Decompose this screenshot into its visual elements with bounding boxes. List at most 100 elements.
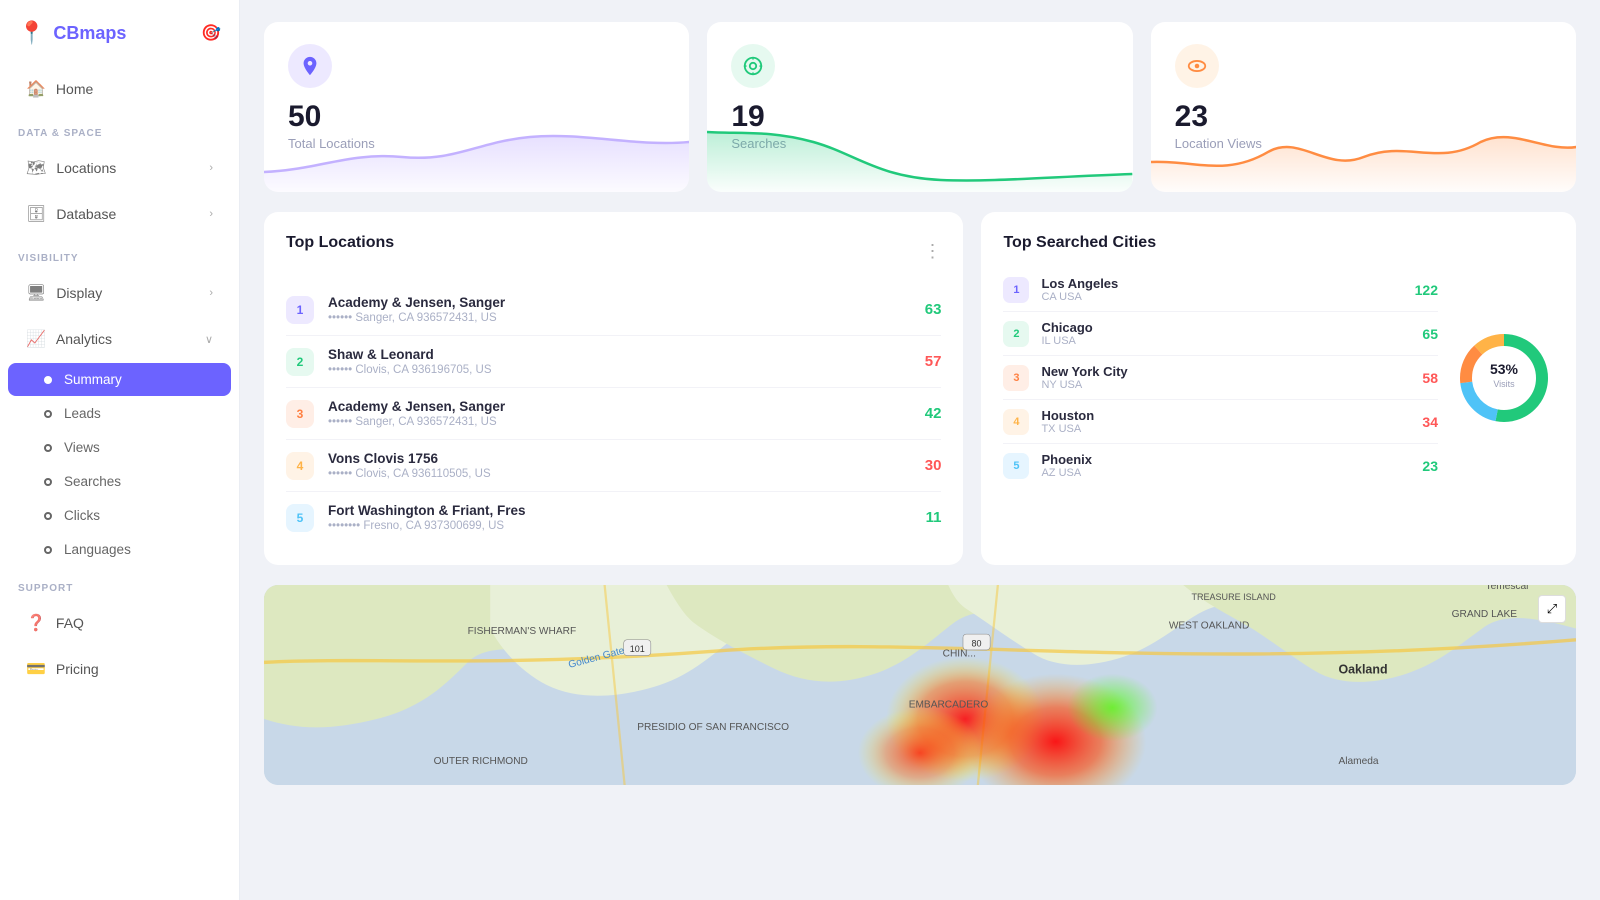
sidebar: 📍 CBmaps 🎯 🏠 Home Data & Space 🗺 Locatio… [0, 0, 240, 900]
sidebar-item-searches[interactable]: Searches [8, 465, 231, 498]
sidebar-item-clicks[interactable]: Clicks [8, 499, 231, 532]
top-locations-panel: Top Locations ⋮ 1 Academy & Jensen, Sang… [264, 212, 963, 565]
chevron-right-icon-db: › [209, 208, 213, 220]
sidebar-item-label-analytics: Analytics [56, 331, 112, 347]
top-locations-menu-btn[interactable]: ⋮ [923, 242, 941, 260]
logo-text: CBmaps [53, 23, 126, 44]
sidebar-item-locations[interactable]: 🗺 Locations › [8, 147, 231, 189]
analytics-icon: 📈 [26, 329, 46, 349]
pin-icon [299, 55, 321, 77]
top-locations-header: Top Locations ⋮ [286, 234, 941, 268]
svg-text:80: 80 [972, 639, 982, 649]
table-row: 1 Academy & Jensen, Sanger •••••• Sanger… [286, 284, 941, 336]
svg-text:FISHERMAN'S WHARF: FISHERMAN'S WHARF [468, 626, 577, 637]
subnav-label-searches: Searches [64, 474, 121, 489]
sidebar-item-label-database: Database [56, 206, 116, 222]
map-svg: 101 80 [264, 585, 1576, 785]
sidebar-item-faq[interactable]: ❓ FAQ [8, 602, 231, 644]
sidebar-item-display[interactable]: 🖥 Display › [8, 272, 231, 314]
donut-label: Visits [1493, 379, 1515, 389]
top-locations-title: Top Locations [286, 234, 394, 252]
city-name-4: Houston [1041, 408, 1410, 423]
locations-icon: 🗺 [26, 158, 46, 178]
location-name-3: Academy & Jensen, Sanger [328, 399, 911, 414]
logo-target-icon[interactable]: 🎯 [201, 23, 221, 43]
city-region-3: NY USA [1041, 379, 1410, 391]
sidebar-item-pricing[interactable]: 💳 Pricing [8, 648, 231, 690]
city-info-3: New York City NY USA [1041, 364, 1410, 391]
list-item: 4 Houston TX USA 34 [1003, 400, 1438, 444]
location-count-2: 57 [925, 353, 942, 370]
city-count-4: 34 [1422, 414, 1438, 430]
stat-card-locations: 50 Total Locations [264, 22, 689, 192]
subnav-label-leads: Leads [64, 406, 101, 421]
city-region-1: CA USA [1041, 291, 1402, 303]
table-row: 3 Academy & Jensen, Sanger •••••• Sanger… [286, 388, 941, 440]
sidebar-item-analytics[interactable]: 📈 Analytics ∨ [8, 318, 231, 360]
sidebar-item-summary[interactable]: Summary [8, 363, 231, 396]
database-icon: 🗄 [26, 204, 46, 224]
svg-text:101: 101 [630, 644, 645, 654]
svg-text:Oakland: Oakland [1338, 663, 1387, 677]
location-count-5: 11 [926, 509, 942, 526]
sidebar-item-languages[interactable]: Languages [8, 533, 231, 566]
views-chart [1151, 122, 1576, 192]
eye-icon [1186, 55, 1208, 77]
display-icon: 🖥 [26, 283, 46, 303]
city-region-5: AZ USA [1041, 467, 1410, 479]
views-stat-icon-wrap [1175, 44, 1219, 88]
location-count-3: 42 [925, 405, 942, 422]
cities-list: 1 Los Angeles CA USA 122 2 Chicago IL US… [1003, 268, 1438, 487]
leads-dot [44, 410, 52, 418]
sidebar-item-leads[interactable]: Leads [8, 397, 231, 430]
location-info-5: Fort Washington & Friant, Fres •••••••• … [328, 503, 912, 532]
table-row: 2 Shaw & Leonard •••••• Clovis, CA 93619… [286, 336, 941, 388]
city-name-1: Los Angeles [1041, 276, 1402, 291]
svg-text:WEST OAKLAND: WEST OAKLAND [1169, 620, 1250, 631]
svg-text:Temescal: Temescal [1486, 585, 1529, 592]
location-addr-5: •••••••• Fresno, CA 937300699, US [328, 520, 912, 532]
views-dot [44, 444, 52, 452]
sidebar-item-views[interactable]: Views [8, 431, 231, 464]
city-count-1: 122 [1415, 282, 1438, 298]
sidebar-item-home[interactable]: 🏠 Home [8, 68, 231, 110]
svg-text:Alameda: Alameda [1338, 756, 1378, 767]
sidebar-item-database[interactable]: 🗄 Database › [8, 193, 231, 235]
pricing-icon: 💳 [26, 659, 46, 679]
donut-percent: 53% [1490, 361, 1519, 377]
city-count-2: 65 [1422, 326, 1438, 342]
location-addr-2: •••••• Clovis, CA 936196705, US [328, 364, 911, 376]
location-addr-3: •••••• Sanger, CA 936572431, US [328, 416, 911, 428]
subnav-label-views: Views [64, 440, 100, 455]
location-name-4: Vons Clovis 1756 [328, 451, 911, 466]
city-region-2: IL USA [1041, 335, 1410, 347]
map-expand-button[interactable]: ⤢ [1538, 595, 1566, 623]
city-name-2: Chicago [1041, 320, 1410, 335]
stat-card-searches: 19 Searches [707, 22, 1132, 192]
city-region-4: TX USA [1041, 423, 1410, 435]
svg-text:OUTER RICHMOND: OUTER RICHMOND [434, 756, 528, 767]
svg-text:PRESIDIO OF SAN FRANCISCO: PRESIDIO OF SAN FRANCISCO [637, 722, 789, 733]
cities-inner: 1 Los Angeles CA USA 122 2 Chicago IL US… [1003, 268, 1554, 487]
section-label-visibility: Visibility [0, 237, 239, 270]
city-rank-2: 2 [1003, 321, 1029, 347]
main-content: 50 Total Locations [240, 0, 1600, 900]
rank-badge-5: 5 [286, 504, 314, 532]
location-name-2: Shaw & Leonard [328, 347, 911, 362]
logo[interactable]: 📍 CBmaps [18, 20, 126, 46]
rank-badge-3: 3 [286, 400, 314, 428]
location-info-1: Academy & Jensen, Sanger •••••• Sanger, … [328, 295, 911, 324]
sidebar-item-label-display: Display [56, 285, 102, 301]
logo-pin-icon: 📍 [18, 20, 45, 46]
languages-dot [44, 546, 52, 554]
svg-text:GRAND LAKE: GRAND LAKE [1452, 609, 1518, 620]
subnav-label-clicks: Clicks [64, 508, 100, 523]
chevron-right-icon: › [209, 162, 213, 174]
top-cities-title: Top Searched Cities [1003, 234, 1554, 252]
city-count-3: 58 [1422, 370, 1438, 386]
section-label-data-space: Data & Space [0, 112, 239, 145]
home-icon: 🏠 [26, 79, 46, 99]
search-circle-icon [742, 55, 764, 77]
city-rank-4: 4 [1003, 409, 1029, 435]
svg-text:TREASURE ISLAND: TREASURE ISLAND [1191, 592, 1276, 602]
